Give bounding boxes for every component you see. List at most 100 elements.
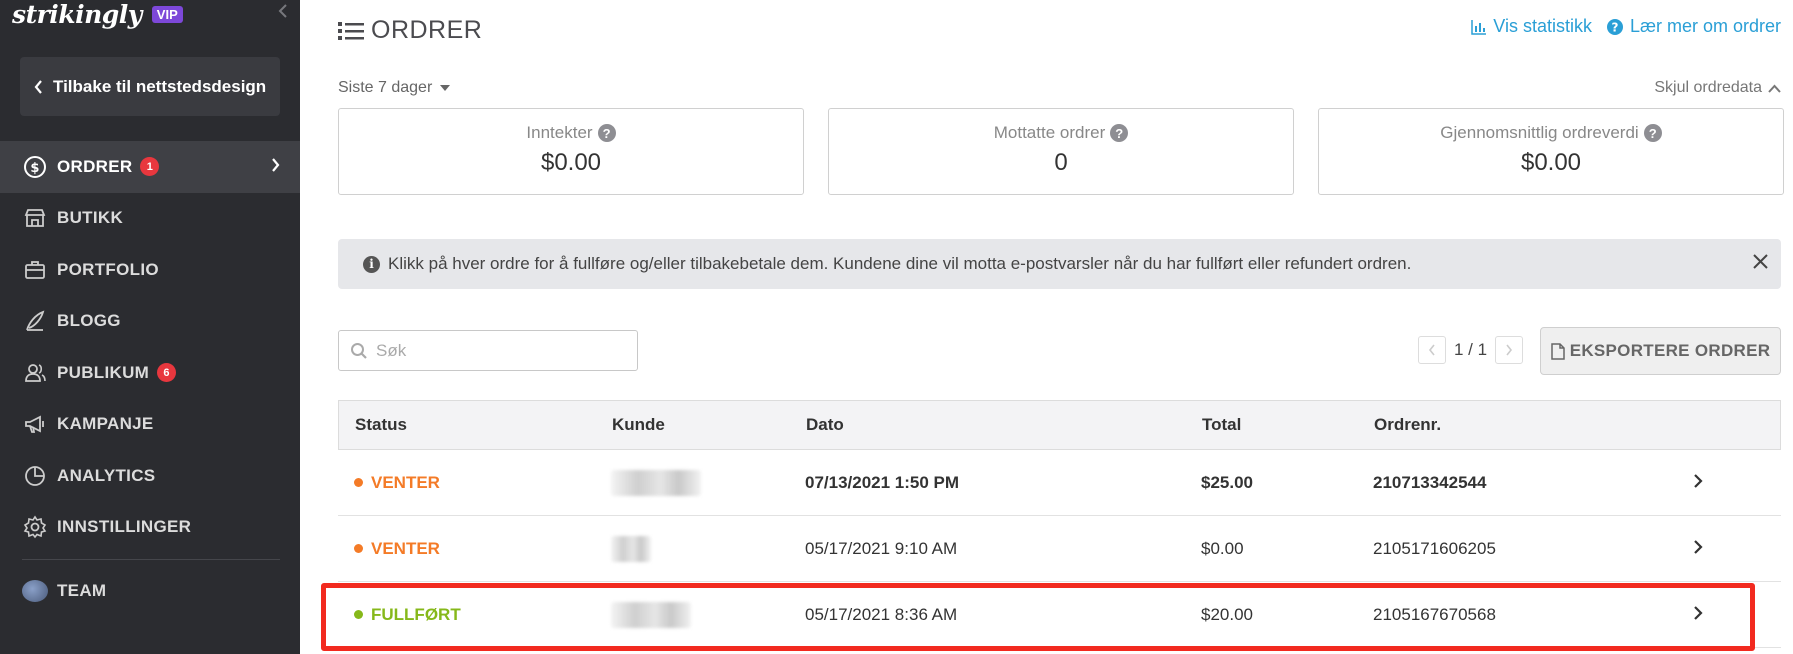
help-icon[interactable]: ?: [597, 124, 616, 142]
sidebar-item-store[interactable]: BUTIKK: [0, 193, 300, 245]
hide-order-data-label: Skjul ordredata: [1654, 79, 1762, 96]
sidebar-item-label: BLOGG: [57, 311, 121, 331]
back-button-label: Tilbake til nettstedsdesign: [53, 76, 267, 96]
search-icon: [351, 342, 367, 359]
stat-value: 0: [1054, 149, 1068, 176]
sidebar-item-blog[interactable]: BLOGG: [0, 296, 300, 348]
sidebar-item-label: BUTIKK: [57, 208, 124, 228]
order-date: 05/17/2021 8:36 AM: [805, 604, 958, 624]
caret-down-icon: [440, 85, 451, 91]
orders-table: Status Kunde Dato Total Ordrenr. VENTER …: [338, 400, 1781, 648]
sidebar-item-analytics[interactable]: ANALYTICS: [0, 450, 300, 502]
help-circle-icon: ?: [1606, 18, 1623, 35]
page-title: ORDRER: [338, 16, 482, 45]
sidebar-item-label: TEAM: [57, 581, 107, 600]
table-row[interactable]: FULLFØRT 05/17/2021 8:36 AM $20.00 21051…: [338, 582, 1781, 648]
quill-icon: [22, 308, 48, 334]
orders-count-badge: 1: [140, 157, 160, 177]
search-box: [338, 330, 638, 371]
help-icon[interactable]: ?: [1110, 124, 1129, 142]
strikingly-logo: strikingly: [12, 0, 142, 29]
page-indicator: 1 / 1: [1454, 340, 1488, 359]
chevron-left-icon: [1428, 344, 1435, 356]
column-header-date[interactable]: Dato: [806, 415, 1202, 435]
chevron-left-icon: [34, 79, 42, 94]
header-links: Vis statistikk ? Lær mer om ordrer: [1457, 16, 1781, 37]
brand[interactable]: strikingly VIP: [12, 0, 183, 29]
stat-label: Inntekter: [526, 123, 593, 142]
sidebar-item-team[interactable]: TEAM: [0, 566, 300, 616]
column-header-customer[interactable]: Kunde: [612, 415, 806, 435]
info-icon: i: [363, 255, 380, 273]
notice-text: Klikk på hver ordre for å fullføre og/el…: [388, 254, 1412, 273]
sidebar-item-campaign[interactable]: KAMPANJE: [0, 399, 300, 451]
column-header-total[interactable]: Total: [1202, 415, 1374, 435]
collapse-sidebar-icon[interactable]: [278, 3, 288, 24]
status-label: VENTER: [371, 472, 440, 492]
back-to-site-design-button[interactable]: Tilbake til nettstedsdesign: [20, 57, 280, 116]
bar-chart-icon: [1471, 19, 1487, 35]
order-number: 210713342544: [1373, 472, 1487, 492]
people-icon: [22, 360, 48, 386]
customer-name-redacted: [611, 601, 691, 628]
stat-card-revenue: Inntekter? $0.00: [338, 108, 804, 195]
stat-label: Mottatte ordrer: [993, 123, 1106, 142]
table-row[interactable]: VENTER 07/13/2021 1:50 PM $25.00 2107133…: [338, 450, 1781, 516]
megaphone-icon: [22, 411, 48, 437]
sidebar-item-orders[interactable]: $ ORDRER 1: [0, 141, 300, 193]
audience-count-badge: 6: [157, 363, 177, 383]
dollar-circle-icon: $: [22, 154, 48, 180]
sidebar: strikingly VIP Tilbake til nettstedsdesi…: [0, 0, 300, 654]
hide-order-data-toggle[interactable]: Skjul ordredata: [1654, 79, 1781, 97]
pagination: 1 / 1: [1418, 336, 1524, 364]
export-orders-button[interactable]: EKSPORTERE ORDRER: [1540, 327, 1781, 375]
status-dot: [354, 544, 363, 553]
sidebar-item-label: KAMPANJE: [57, 414, 154, 434]
close-icon[interactable]: [1752, 253, 1769, 275]
learn-about-orders-label: Lær mer om ordrer: [1629, 16, 1781, 36]
briefcase-icon: [22, 257, 48, 283]
order-number: 2105171606205: [1373, 538, 1496, 558]
order-number: 2105167670568: [1373, 604, 1496, 624]
table-row[interactable]: VENTER 05/17/2021 9:10 AM $0.00 21051716…: [338, 516, 1781, 582]
learn-about-orders-link[interactable]: ? Lær mer om ordrer: [1606, 16, 1781, 37]
search-input[interactable]: [376, 340, 616, 361]
status-dot: [354, 610, 363, 619]
sidebar-item-label: ANALYTICS: [57, 465, 156, 485]
order-total: $0.00: [1201, 538, 1244, 558]
chevron-right-icon: [1693, 605, 1781, 625]
chevron-up-icon: [1768, 84, 1781, 93]
status-label: FULLFØRT: [371, 604, 461, 624]
sidebar-item-portfolio[interactable]: PORTFOLIO: [0, 244, 300, 296]
list-icon: [338, 21, 364, 40]
sidebar-item-label: PORTFOLIO: [57, 259, 159, 279]
page-title-text: ORDRER: [371, 16, 483, 44]
date-range-dropdown[interactable]: Siste 7 dager: [338, 79, 451, 97]
export-orders-label: EKSPORTERE ORDRER: [1569, 341, 1771, 360]
sidebar-divider: [22, 559, 280, 560]
column-header-status[interactable]: Status: [339, 415, 612, 435]
next-page-button[interactable]: [1495, 336, 1524, 364]
order-total: $20.00: [1201, 604, 1253, 624]
order-date: 05/17/2021 9:10 AM: [805, 538, 958, 558]
sidebar-nav: $ ORDRER 1 BUTIKK PORTFOLIO BLOGG PUBLIK…: [0, 141, 300, 616]
sidebar-item-settings[interactable]: INNSTILLINGER: [0, 502, 300, 554]
chevron-right-icon: [1693, 473, 1781, 493]
customer-name-redacted: [611, 469, 701, 496]
help-icon[interactable]: ?: [1643, 124, 1662, 142]
prev-page-button[interactable]: [1418, 336, 1446, 364]
chevron-right-icon: [1693, 539, 1781, 559]
date-range-label: Siste 7 dager: [338, 79, 433, 96]
order-date: 07/13/2021 1:50 PM: [805, 472, 960, 492]
stat-value: $0.00: [540, 149, 602, 176]
column-header-order-number[interactable]: Ordrenr.: [1374, 415, 1694, 435]
order-total: $25.00: [1201, 472, 1253, 492]
pie-chart-icon: [22, 463, 48, 489]
file-icon: [1550, 342, 1565, 360]
view-statistics-link[interactable]: Vis statistikk: [1471, 16, 1592, 37]
svg-text:?: ?: [1611, 20, 1618, 34]
chevron-right-icon: [1506, 344, 1513, 356]
sidebar-item-audience[interactable]: PUBLIKUM 6: [0, 347, 300, 399]
svg-text:$: $: [30, 161, 39, 176]
table-header: Status Kunde Dato Total Ordrenr.: [338, 400, 1781, 450]
